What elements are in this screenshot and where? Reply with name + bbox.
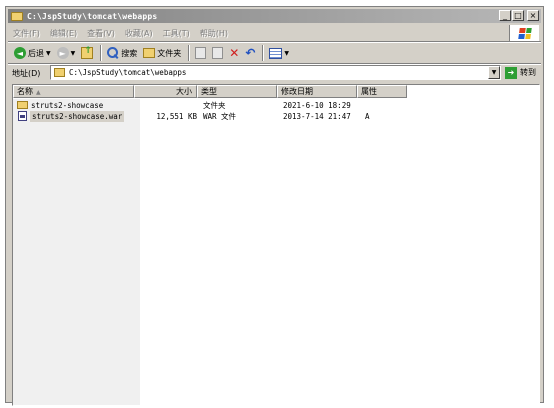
up-folder-icon xyxy=(81,46,94,59)
column-header-row: 名称 ▲ 大小 类型 修改日期 属性 xyxy=(13,85,407,98)
menu-favorites[interactable]: 收藏(A) xyxy=(120,28,158,39)
chevron-down-icon[interactable]: ▼ xyxy=(284,50,289,57)
explorer-window: C:\JspStudy\tomcat\webapps _ □ × 文件(F) 编… xyxy=(5,6,544,406)
file-size: 12,551 KB xyxy=(156,112,197,121)
folders-button[interactable]: 文件夹 xyxy=(141,44,183,62)
folders-icon xyxy=(143,48,156,58)
file-name: struts2-showcase.war xyxy=(30,111,125,122)
up-folder-button[interactable] xyxy=(79,44,95,62)
menu-file[interactable]: 文件(F) xyxy=(8,28,45,39)
menu-tools[interactable]: 工具(T) xyxy=(158,28,195,39)
sort-ascending-icon: ▲ xyxy=(36,89,41,96)
column-header-size[interactable]: 大小 xyxy=(134,85,197,98)
title-bar[interactable]: C:\JspStudy\tomcat\webapps _ □ × xyxy=(8,9,541,23)
war-file-icon xyxy=(18,111,27,121)
search-button[interactable]: 搜索 xyxy=(105,44,139,62)
delete-icon: ✕ xyxy=(229,46,240,60)
file-attributes: A xyxy=(365,112,370,121)
maximize-button[interactable]: □ xyxy=(512,10,524,21)
copy-to-button[interactable] xyxy=(210,44,225,62)
back-button[interactable]: ◄ 后退 ▼ xyxy=(12,44,53,62)
window-title: C:\JspStudy\tomcat\webapps xyxy=(27,11,158,21)
go-label: 转到 xyxy=(520,68,536,77)
search-icon xyxy=(107,47,119,59)
menu-edit[interactable]: 编辑(E) xyxy=(45,28,82,39)
minimize-button[interactable]: _ xyxy=(499,10,511,21)
toolbar-separator xyxy=(188,45,191,61)
menu-help[interactable]: 帮助(H) xyxy=(195,28,233,39)
file-name: struts2-showcase xyxy=(31,101,104,110)
copy-to-icon xyxy=(212,47,224,59)
toolbar-separator xyxy=(100,45,103,61)
column-header-attributes[interactable]: 属性 xyxy=(357,85,407,98)
undo-button[interactable]: ↶ xyxy=(243,44,257,62)
chevron-down-icon[interactable]: ▼ xyxy=(71,50,76,57)
delete-button[interactable]: ✕ xyxy=(227,44,241,62)
menu-bar: 文件(F) 编辑(E) 查看(V) 收藏(A) 工具(T) 帮助(H) xyxy=(8,25,541,41)
folder-icon xyxy=(54,68,65,77)
windows-logo-icon xyxy=(509,25,539,41)
column-header-name[interactable]: 名称 ▲ xyxy=(13,85,134,98)
folders-label: 文件夹 xyxy=(157,48,182,58)
back-arrow-icon: ◄ xyxy=(14,47,26,59)
go-arrow-icon: ➜ xyxy=(505,66,517,79)
move-to-icon xyxy=(195,47,207,59)
move-to-button[interactable] xyxy=(193,44,208,62)
column-header-modified[interactable]: 修改日期 xyxy=(277,85,357,98)
folder-icon xyxy=(11,11,23,21)
file-type: WAR 文件 xyxy=(203,112,237,121)
undo-icon: ↶ xyxy=(245,46,256,60)
list-item[interactable]: struts2-showcase.war 12,551 KB WAR 文件 20… xyxy=(13,111,533,122)
close-button[interactable]: × xyxy=(527,10,539,21)
column-header-name-label: 名称 xyxy=(17,87,33,96)
search-label: 搜索 xyxy=(121,48,138,58)
back-label: 后退 xyxy=(28,48,44,58)
forward-arrow-icon: ► xyxy=(56,47,69,59)
address-label: 地址(D) xyxy=(12,68,41,78)
file-modified: 2021-6-10 18:29 xyxy=(283,101,351,110)
go-button[interactable]: ➜ 转到 xyxy=(505,65,536,80)
list-item[interactable]: struts2-showcase 文件夹 2021-6-10 18:29 xyxy=(13,100,533,111)
name-column-background xyxy=(13,99,140,405)
address-bar: 地址(D) C:\JspStudy\tomcat\webapps ▼ ➜ 转到 xyxy=(8,65,541,81)
address-value[interactable]: C:\JspStudy\tomcat\webapps xyxy=(69,68,186,77)
forward-button[interactable]: ► ▼ xyxy=(55,44,78,62)
address-input[interactable]: C:\JspStudy\tomcat\webapps ▼ xyxy=(50,65,501,80)
toolbar-separator xyxy=(262,45,265,61)
file-type: 文件夹 xyxy=(203,101,226,110)
file-modified: 2013-7-14 21:47 xyxy=(283,112,351,121)
folder-icon xyxy=(17,101,28,109)
address-dropdown-button[interactable]: ▼ xyxy=(488,66,500,79)
views-button[interactable]: ▼ xyxy=(267,44,291,62)
chevron-down-icon[interactable]: ▼ xyxy=(46,50,51,57)
column-header-type[interactable]: 类型 xyxy=(197,85,277,98)
caption-buttons: _ □ × xyxy=(499,10,539,21)
menu-view[interactable]: 查看(V) xyxy=(82,28,120,39)
standard-toolbar: ◄ 后退 ▼ ► ▼ 搜索 文件夹 ✕ ↶ xyxy=(8,43,541,63)
file-list-view[interactable]: 名称 ▲ 大小 类型 修改日期 属性 struts2-showcase 文件夹 2… xyxy=(12,84,540,406)
views-icon xyxy=(269,47,283,59)
